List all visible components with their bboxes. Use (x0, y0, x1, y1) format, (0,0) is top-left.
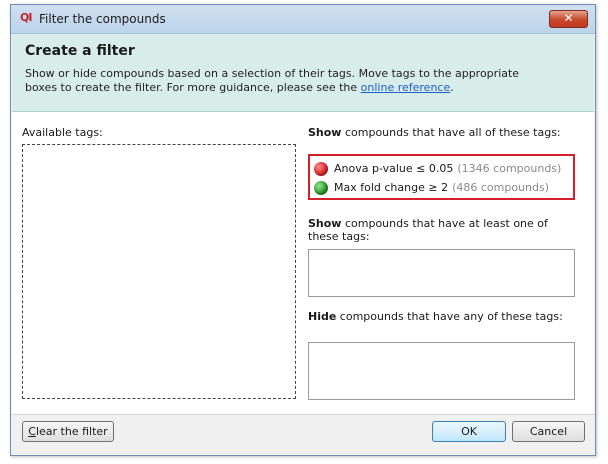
green-tag-icon (314, 181, 328, 195)
show-all-label-rest: compounds that have all of these tags: (341, 126, 561, 139)
hide-any-label: Hide compounds that have any of these ta… (308, 310, 578, 323)
available-tags-box[interactable] (22, 144, 296, 399)
show-any-label-bold: Show (308, 217, 342, 230)
show-any-label-rest: compounds that have at least one of thes… (308, 217, 548, 243)
tag-item-fold-change[interactable]: Max fold change ≥ 2 (486 compounds) (314, 179, 574, 197)
show-all-tags-box[interactable]: Anova p-value ≤ 0.05 (1346 compounds) Max… (308, 154, 575, 200)
window-title: Filter the compounds (39, 12, 166, 26)
tag-count: (1346 compounds) (457, 162, 562, 175)
cancel-button[interactable]: Cancel (512, 421, 585, 442)
header-description: Show or hide compounds based on a select… (25, 67, 585, 95)
hide-any-label-rest: compounds that have any of these tags: (336, 310, 563, 323)
tag-name: Max fold change ≥ 2 (334, 181, 449, 194)
tag-item-anova[interactable]: Anova p-value ≤ 0.05 (1346 compounds) (314, 160, 574, 178)
app-logo-icon: QI (20, 11, 32, 24)
title-bar: QI Filter the compounds ✕ (11, 5, 595, 34)
show-all-label-bold: Show (308, 126, 342, 139)
clear-filter-label: lear the filter (35, 425, 108, 438)
red-tag-icon (314, 162, 328, 176)
tag-text: Anova p-value ≤ 0.05 (1346 compounds) (334, 160, 561, 178)
close-icon: ✕ (563, 11, 574, 25)
available-tags-label: Available tags: (22, 126, 103, 139)
clear-filter-mnemonic: C (28, 425, 36, 438)
show-any-label: Show compounds that have at least one of… (308, 217, 578, 243)
header-desc-line2: boxes to create the filter. For more gui… (25, 81, 361, 94)
dialog-header: Create a filter Show or hide compounds b… (12, 34, 594, 112)
online-reference-link[interactable]: online reference (361, 81, 451, 94)
header-title: Create a filter (25, 43, 135, 59)
header-desc-end: . (450, 81, 454, 94)
tag-name: Anova p-value ≤ 0.05 (334, 162, 454, 175)
ok-button[interactable]: OK (432, 421, 506, 442)
hide-any-tags-box[interactable] (308, 342, 575, 400)
tag-count: (486 compounds) (452, 181, 550, 194)
header-desc-line1: Show or hide compounds based on a select… (25, 67, 520, 80)
hide-any-label-bold: Hide (308, 310, 337, 323)
clear-filter-button[interactable]: Clear the filter (22, 421, 114, 442)
tag-text: Max fold change ≥ 2 (486 compounds) (334, 179, 549, 197)
show-all-label: Show compounds that have all of these ta… (308, 126, 578, 139)
close-button[interactable]: ✕ (549, 10, 588, 28)
show-any-tags-box[interactable] (308, 249, 575, 297)
